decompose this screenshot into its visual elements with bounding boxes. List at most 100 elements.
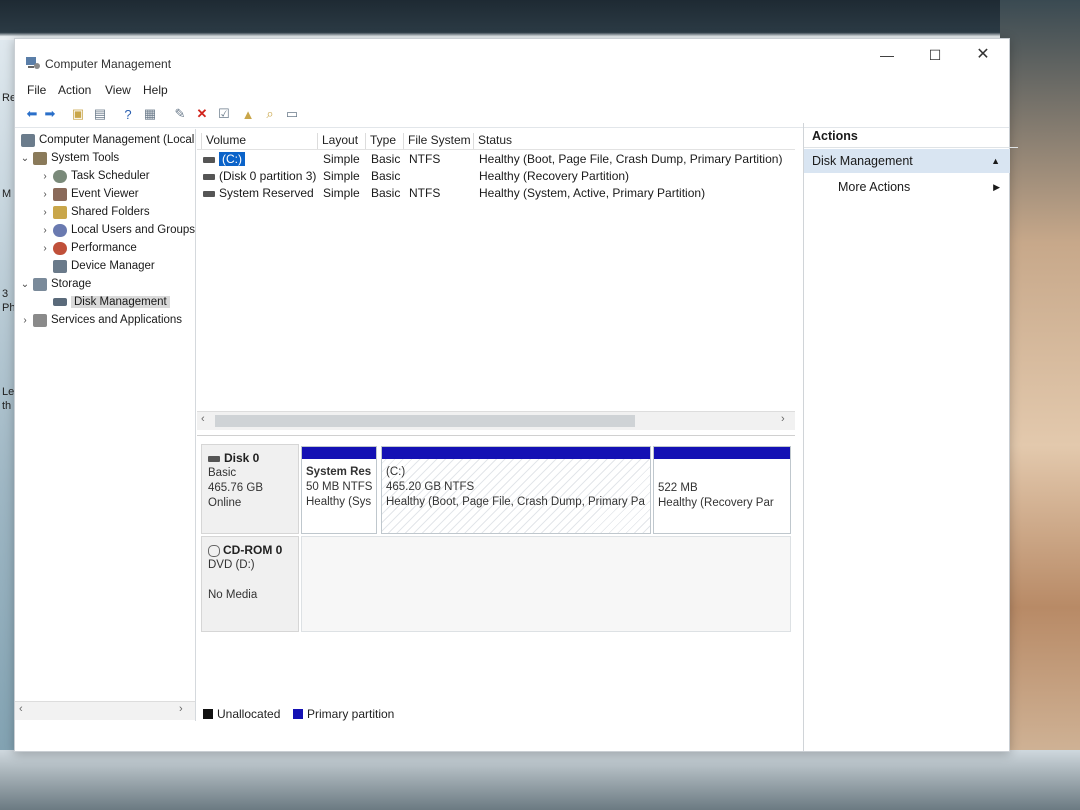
desktop-text: 3 bbox=[2, 288, 9, 300]
properties-icon[interactable]: ▦ bbox=[141, 105, 159, 123]
volume-status: Healthy (Boot, Page File, Crash Dump, Pr… bbox=[479, 152, 783, 166]
legend: Unallocated Primary partition bbox=[197, 705, 795, 725]
volume-name: System Reserved bbox=[219, 186, 314, 200]
tree-item-performance[interactable]: › Performance bbox=[39, 239, 137, 257]
forward-arrow-icon[interactable]: ➡ bbox=[41, 105, 59, 123]
column-type[interactable]: Type bbox=[365, 133, 404, 149]
tree-item-task-scheduler[interactable]: › Task Scheduler bbox=[39, 167, 150, 185]
clock-icon bbox=[53, 169, 67, 183]
volume-layout: Simple bbox=[323, 169, 360, 183]
collapse-icon[interactable]: ▲ bbox=[991, 149, 1000, 173]
window-title: Computer Management bbox=[45, 57, 172, 71]
tree-item-services-applications[interactable]: › Services and Applications bbox=[19, 311, 182, 329]
partition-status: Healthy (Boot, Page File, Crash Dump, Pr… bbox=[386, 496, 645, 508]
column-volume[interactable]: Volume bbox=[201, 133, 316, 149]
cdrom-0-label[interactable]: CD-ROM 0 DVD (D:) No Media bbox=[201, 536, 299, 632]
chevron-right-icon[interactable]: › bbox=[39, 171, 51, 182]
services-icon bbox=[33, 313, 47, 327]
menu-view[interactable]: View bbox=[105, 83, 131, 97]
legend-primary: Primary partition bbox=[307, 707, 395, 721]
partition-status: Healthy (Recovery Par bbox=[658, 497, 774, 509]
minimize-button[interactable]: — bbox=[865, 43, 909, 69]
legend-unallocated: Unallocated bbox=[217, 707, 281, 721]
tree-item-computer-management[interactable]: Computer Management (Local bbox=[19, 131, 194, 149]
more-actions-item[interactable]: More Actions ▶ bbox=[804, 175, 1010, 199]
device-manager-icon bbox=[53, 259, 67, 273]
tree-item-local-users-groups[interactable]: › Local Users and Groups bbox=[39, 221, 195, 239]
disk-icon bbox=[208, 455, 220, 462]
chevron-right-icon[interactable]: › bbox=[19, 315, 31, 326]
chevron-right-icon[interactable]: › bbox=[39, 189, 51, 200]
partition-c-drive[interactable]: (C:) 465.20 GB NTFS Healthy (Boot, Page … bbox=[381, 446, 651, 534]
chevron-down-icon[interactable]: ⌄ bbox=[19, 153, 31, 164]
chevron-right-icon[interactable]: › bbox=[39, 243, 51, 254]
volume-name: (Disk 0 partition 3) bbox=[219, 169, 317, 183]
computer-icon bbox=[21, 133, 35, 147]
menu-file[interactable]: File bbox=[27, 83, 46, 97]
tree-item-device-manager[interactable]: Device Manager bbox=[39, 257, 155, 275]
tree-item-shared-folders[interactable]: › Shared Folders bbox=[39, 203, 150, 221]
chevron-right-icon: ▶ bbox=[993, 182, 1000, 192]
scrollbar-thumb[interactable] bbox=[215, 415, 635, 427]
volume-list-scrollbar[interactable]: ‹ › bbox=[197, 411, 795, 430]
settings-icon[interactable]: ▭ bbox=[283, 105, 301, 123]
column-file-system[interactable]: File System bbox=[403, 133, 472, 149]
shared-folder-icon bbox=[53, 205, 67, 219]
scroll-right-icon[interactable]: › bbox=[179, 703, 183, 715]
table-row[interactable]: System Reserved Simple Basic NTFS Health… bbox=[197, 185, 795, 203]
desktop-text: th bbox=[2, 400, 12, 412]
back-arrow-icon[interactable]: ⬅ bbox=[23, 105, 41, 123]
disk-type: Basic bbox=[208, 467, 237, 479]
volume-file-system: NTFS bbox=[409, 152, 441, 166]
desktop-text: M bbox=[2, 188, 12, 200]
disk-graphical-view: Disk 0 Basic 465.76 GB Online System Res… bbox=[197, 435, 795, 708]
users-icon bbox=[53, 223, 67, 237]
tree-item-event-viewer[interactable]: › Event Viewer bbox=[39, 185, 139, 203]
column-status[interactable]: Status bbox=[473, 133, 795, 149]
actions-disk-management[interactable]: Disk Management ▲ bbox=[804, 149, 1010, 173]
table-row[interactable]: (C:) Simple Basic NTFS Healthy (Boot, Pa… bbox=[197, 151, 795, 169]
show-hide-tree-icon[interactable]: ▤ bbox=[91, 105, 109, 123]
menu-help[interactable]: Help bbox=[143, 83, 168, 97]
cdrom-empty-area[interactable] bbox=[301, 536, 791, 632]
folder-up-icon[interactable]: ▲ bbox=[239, 105, 257, 123]
scroll-left-icon[interactable]: ‹ bbox=[19, 703, 23, 715]
table-row[interactable]: (Disk 0 partition 3) Simple Basic Health… bbox=[197, 168, 795, 186]
tree-item-disk-management[interactable]: Disk Management bbox=[39, 293, 170, 311]
delete-icon[interactable]: ✕ bbox=[193, 105, 211, 123]
disk-0-label[interactable]: Disk 0 Basic 465.76 GB Online bbox=[201, 444, 299, 534]
close-button[interactable]: ✕ bbox=[961, 43, 1005, 69]
scroll-left-icon[interactable]: ‹ bbox=[201, 413, 205, 425]
up-folder-icon[interactable]: ▣ bbox=[69, 105, 87, 123]
partition-size: 50 MB NTFS bbox=[306, 481, 373, 493]
partition-title: (C:) bbox=[386, 466, 406, 478]
connect-icon[interactable]: ✎ bbox=[171, 105, 189, 123]
partition-system-reserved[interactable]: System Res 50 MB NTFS Healthy (Sys bbox=[301, 446, 377, 534]
volume-type: Basic bbox=[371, 152, 401, 166]
chevron-right-icon[interactable]: › bbox=[39, 207, 51, 218]
volume-file-system: NTFS bbox=[409, 186, 441, 200]
chevron-right-icon[interactable]: › bbox=[39, 225, 51, 236]
tree-item-system-tools[interactable]: ⌄ System Tools bbox=[19, 149, 119, 167]
check-icon[interactable]: ☑ bbox=[215, 105, 233, 123]
volume-list-header: Volume Layout Type File System Status bbox=[197, 131, 795, 150]
column-layout[interactable]: Layout bbox=[317, 133, 366, 149]
chevron-down-icon[interactable]: ⌄ bbox=[19, 279, 31, 290]
help-icon[interactable]: ? bbox=[119, 105, 137, 123]
computer-management-icon bbox=[26, 57, 40, 69]
tree-horizontal-scrollbar[interactable]: ‹ › bbox=[15, 701, 195, 720]
volume-status: Healthy (Recovery Partition) bbox=[479, 169, 630, 183]
disk-icon bbox=[53, 298, 67, 306]
partition-bar bbox=[382, 447, 650, 459]
tree-item-storage[interactable]: ⌄ Storage bbox=[19, 275, 91, 293]
menu-action[interactable]: Action bbox=[58, 83, 91, 97]
computer-management-window: Computer Management — ☐ ✕ File Action Vi… bbox=[14, 38, 1018, 752]
title-bar[interactable]: Computer Management — ☐ ✕ bbox=[15, 39, 1009, 79]
maximize-button[interactable]: ☐ bbox=[913, 43, 957, 69]
search-icon[interactable]: ⌕ bbox=[261, 105, 279, 123]
storage-icon bbox=[33, 277, 47, 291]
event-viewer-icon bbox=[53, 187, 67, 201]
partition-recovery[interactable]: 522 MB Healthy (Recovery Par bbox=[653, 446, 791, 534]
partition-status: Healthy (Sys bbox=[306, 496, 372, 508]
scroll-right-icon[interactable]: › bbox=[781, 413, 785, 425]
